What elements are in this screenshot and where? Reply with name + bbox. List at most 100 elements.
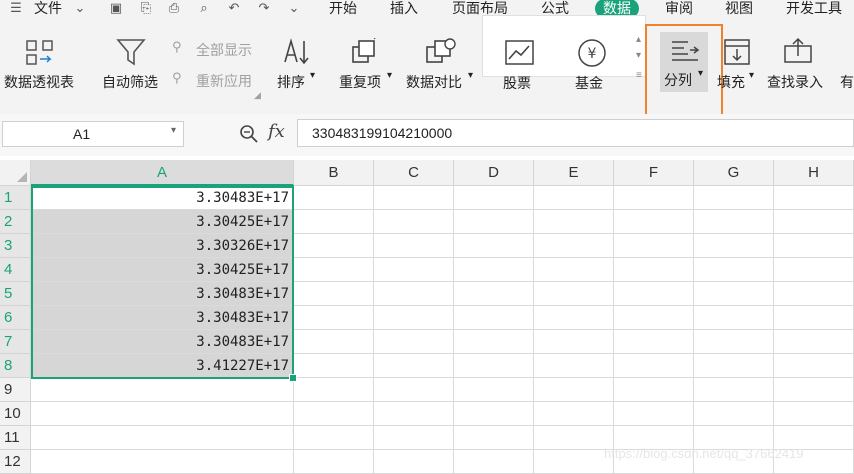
cell[interactable] <box>374 186 454 210</box>
cell[interactable] <box>454 450 534 474</box>
cell[interactable] <box>454 378 534 402</box>
reapply-button[interactable]: 重新应用 <box>196 71 252 91</box>
cell[interactable] <box>614 330 694 354</box>
cell[interactable] <box>294 210 374 234</box>
cell[interactable] <box>614 258 694 282</box>
cell[interactable] <box>374 354 454 378</box>
cell-a1[interactable]: 3.30483E+17 <box>31 186 294 210</box>
column-header-c[interactable]: C <box>374 160 454 186</box>
cell[interactable] <box>774 354 854 378</box>
row-header[interactable]: 8 <box>0 354 31 378</box>
cell[interactable] <box>694 330 774 354</box>
row-header[interactable]: 7 <box>0 330 31 354</box>
customize-chevron-icon[interactable]: ⌄ <box>286 1 302 15</box>
cell[interactable] <box>454 306 534 330</box>
cell[interactable] <box>294 354 374 378</box>
cell[interactable] <box>614 282 694 306</box>
cell[interactable] <box>374 282 454 306</box>
cell-a5[interactable]: 3.30483E+17 <box>31 282 294 306</box>
cell[interactable] <box>614 402 694 426</box>
column-header-a[interactable]: A <box>31 160 294 186</box>
cell[interactable] <box>454 354 534 378</box>
cell[interactable] <box>614 234 694 258</box>
cell[interactable] <box>294 378 374 402</box>
row-header[interactable]: 9 <box>0 378 31 402</box>
cell[interactable] <box>774 258 854 282</box>
row-header[interactable]: 10 <box>0 402 31 426</box>
cell[interactable] <box>534 426 614 450</box>
show-all-button[interactable]: 全部显示 <box>196 40 252 60</box>
cell[interactable] <box>774 186 854 210</box>
cell[interactable] <box>374 426 454 450</box>
cell[interactable] <box>614 186 694 210</box>
cell[interactable] <box>534 282 614 306</box>
cell[interactable] <box>534 306 614 330</box>
cell[interactable] <box>694 234 774 258</box>
cell-a6[interactable]: 3.30483E+17 <box>31 306 294 330</box>
cell[interactable] <box>534 330 614 354</box>
cell[interactable] <box>454 234 534 258</box>
tab-developer[interactable]: 开发工具 <box>786 0 842 17</box>
undo-icon[interactable]: ↶ <box>226 1 242 15</box>
fx-icon[interactable]: fx <box>268 121 285 142</box>
tab-home[interactable]: 开始 <box>329 0 357 17</box>
cell[interactable] <box>294 234 374 258</box>
print-preview-icon[interactable]: ⌕ <box>196 1 212 15</box>
cell[interactable] <box>694 354 774 378</box>
cell-a7[interactable]: 3.30483E+17 <box>31 330 294 354</box>
tab-review[interactable]: 审阅 <box>665 0 693 17</box>
cell[interactable] <box>774 282 854 306</box>
fill-handle[interactable] <box>289 374 297 382</box>
cell[interactable] <box>454 330 534 354</box>
column-header-e[interactable]: E <box>534 160 614 186</box>
cell[interactable] <box>294 306 374 330</box>
gallery-up-icon[interactable]: ▴ <box>636 34 641 45</box>
cell[interactable] <box>694 282 774 306</box>
tab-view[interactable]: 视图 <box>725 0 753 17</box>
cell[interactable] <box>294 282 374 306</box>
cell[interactable] <box>774 402 854 426</box>
row-header[interactable]: 6 <box>0 306 31 330</box>
cell-a8[interactable]: 3.41227E+17 <box>31 354 294 378</box>
row-header[interactable]: 12 <box>0 450 31 474</box>
tab-insert[interactable]: 插入 <box>390 0 418 17</box>
cell[interactable] <box>694 186 774 210</box>
cell[interactable] <box>294 426 374 450</box>
select-all-corner[interactable] <box>0 160 31 186</box>
cell[interactable] <box>534 210 614 234</box>
cell[interactable] <box>774 306 854 330</box>
cell-a3[interactable]: 3.30326E+17 <box>31 234 294 258</box>
row-header[interactable]: 3 <box>0 234 31 258</box>
cell[interactable] <box>454 186 534 210</box>
cell[interactable] <box>534 186 614 210</box>
cell[interactable] <box>374 450 454 474</box>
cell[interactable] <box>534 234 614 258</box>
cell[interactable] <box>774 234 854 258</box>
cell[interactable] <box>374 378 454 402</box>
dialog-launcher-icon[interactable]: ◢ <box>254 90 261 101</box>
export-icon[interactable]: ⎘ <box>138 1 154 15</box>
cell-a2[interactable]: 3.30425E+17 <box>31 210 294 234</box>
cell[interactable] <box>534 402 614 426</box>
cell[interactable] <box>534 258 614 282</box>
cell[interactable] <box>614 354 694 378</box>
cell[interactable] <box>31 450 294 474</box>
row-header[interactable]: 5 <box>0 282 31 306</box>
cell[interactable] <box>534 378 614 402</box>
cell[interactable] <box>774 330 854 354</box>
cell[interactable] <box>294 258 374 282</box>
cell[interactable] <box>374 210 454 234</box>
name-box[interactable]: A1 ▾ <box>2 121 184 147</box>
column-header-f[interactable]: F <box>614 160 694 186</box>
row-header[interactable]: 1 <box>0 186 31 210</box>
hamburger-menu-icon[interactable]: ☰ <box>8 1 24 15</box>
formula-input[interactable]: 330483199104210000 <box>297 119 854 147</box>
column-header-d[interactable]: D <box>454 160 534 186</box>
cell[interactable] <box>454 426 534 450</box>
cell[interactable] <box>694 402 774 426</box>
cell[interactable] <box>31 426 294 450</box>
cell[interactable] <box>694 306 774 330</box>
cell[interactable] <box>694 378 774 402</box>
gallery-more-icon[interactable]: ≡ <box>636 70 642 81</box>
column-header-g[interactable]: G <box>694 160 774 186</box>
